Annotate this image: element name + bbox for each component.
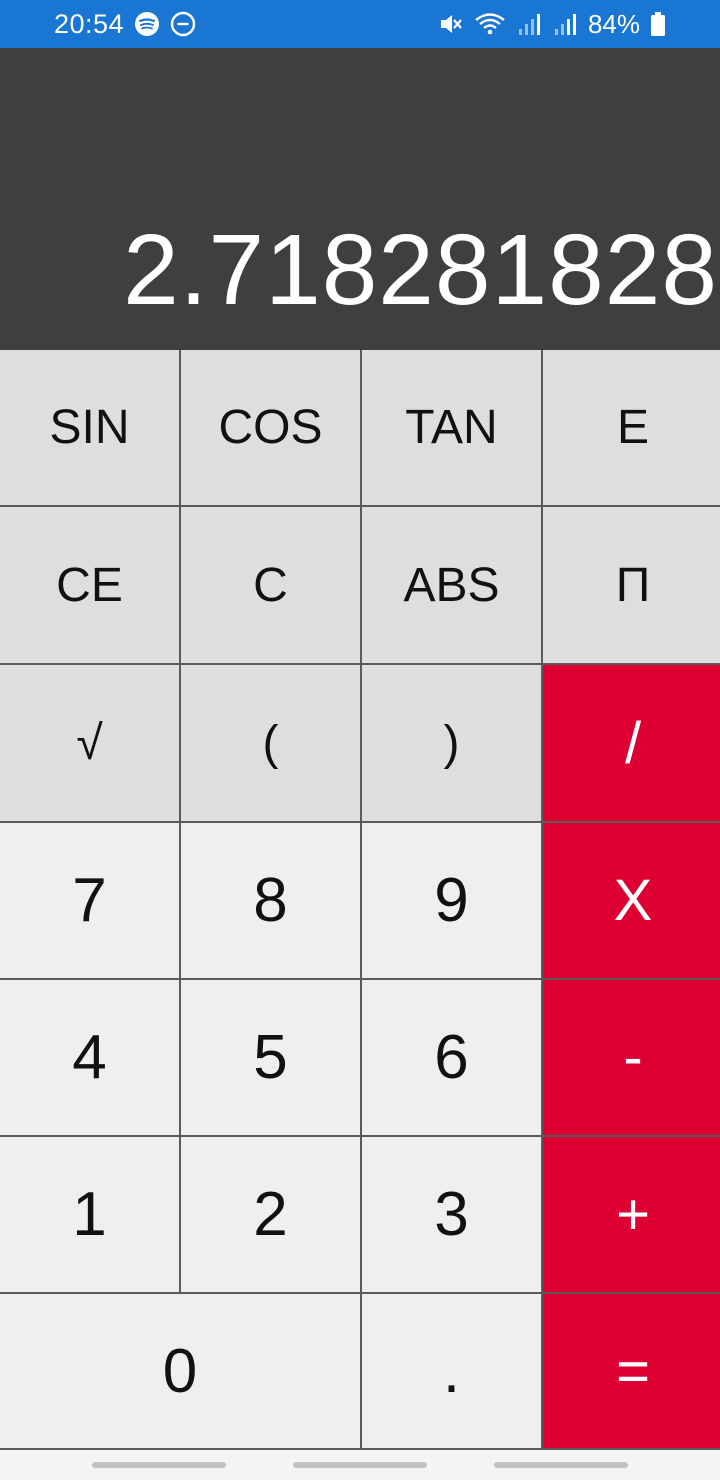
status-time: 20:54 xyxy=(54,8,125,39)
sin-button[interactable]: SIN xyxy=(0,350,179,505)
digit-8-button[interactable]: 8 xyxy=(181,823,360,978)
battery-percent: 84% xyxy=(587,8,640,39)
close-paren-button[interactable]: ) xyxy=(362,665,541,821)
cos-button[interactable]: COS xyxy=(181,350,360,505)
mute-icon xyxy=(438,11,464,37)
equals-button[interactable]: = xyxy=(543,1294,720,1448)
abs-button[interactable]: ABS xyxy=(362,507,541,663)
digit-5-button[interactable]: 5 xyxy=(181,980,360,1135)
digit-4-button[interactable]: 4 xyxy=(0,980,179,1135)
clear-button[interactable]: C xyxy=(181,507,360,663)
divide-button[interactable]: / xyxy=(543,665,720,821)
display-value: 2.718281828 xyxy=(123,214,718,326)
digit-3-button[interactable]: 3 xyxy=(362,1137,541,1292)
result-display: 2.718281828 xyxy=(0,48,720,350)
subtract-button[interactable]: - xyxy=(543,980,720,1135)
signal-icon xyxy=(552,11,578,37)
digit-2-button[interactable]: 2 xyxy=(181,1137,360,1292)
digit-6-button[interactable]: 6 xyxy=(362,980,541,1135)
battery-icon xyxy=(650,11,666,37)
nav-back-indicator[interactable] xyxy=(494,1462,628,1468)
status-bar-left: 20:54 xyxy=(54,9,196,40)
navigation-bar xyxy=(0,1450,720,1480)
nav-recents-indicator[interactable] xyxy=(92,1462,226,1468)
pi-button[interactable]: П xyxy=(543,507,720,663)
decimal-button[interactable]: . xyxy=(362,1294,541,1448)
spotify-icon xyxy=(134,11,160,37)
multiply-button[interactable]: X xyxy=(543,823,720,978)
digit-0-button[interactable]: 0 xyxy=(0,1294,360,1448)
clear-entry-button[interactable]: CE xyxy=(0,507,179,663)
add-button[interactable]: + xyxy=(543,1137,720,1292)
do-not-disturb-icon xyxy=(170,11,196,37)
status-bar-right: 84% xyxy=(438,9,666,40)
keypad: SIN COS TAN E CE C ABS П √ ( ) / 7 8 9 X… xyxy=(0,350,720,1450)
sqrt-button[interactable]: √ xyxy=(0,665,179,821)
nav-home-indicator[interactable] xyxy=(293,1462,427,1468)
e-constant-button[interactable]: E xyxy=(543,350,720,505)
signal-icon xyxy=(516,11,542,37)
wifi-icon xyxy=(474,11,506,37)
open-paren-button[interactable]: ( xyxy=(181,665,360,821)
tan-button[interactable]: TAN xyxy=(362,350,541,505)
digit-1-button[interactable]: 1 xyxy=(0,1137,179,1292)
digit-9-button[interactable]: 9 xyxy=(362,823,541,978)
digit-7-button[interactable]: 7 xyxy=(0,823,179,978)
status-bar: 20:54 84% xyxy=(0,0,720,48)
